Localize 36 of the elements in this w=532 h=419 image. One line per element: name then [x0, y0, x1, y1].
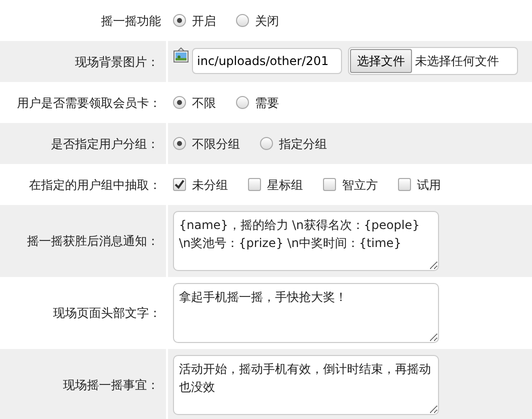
field-label: 摇一摇获胜后消息通知：: [27, 233, 159, 250]
option-label: 开启: [192, 12, 216, 30]
checkbox[interactable]: [398, 178, 411, 191]
field-label: 用户是否需要领取会员卡：: [17, 94, 161, 112]
text-area[interactable]: 拿起手机摇一摇，手快抢大奖！: [173, 283, 439, 343]
option-label: 智立方: [342, 176, 378, 194]
checkbox[interactable]: [323, 178, 336, 191]
field-label: 现场背景图片：: [75, 54, 159, 70]
field-label: 现场摇一摇事宜：: [63, 377, 159, 394]
radio-button[interactable]: [173, 137, 186, 150]
option-label: 不限分组: [192, 136, 240, 152]
field-label: 是否指定用户分组：: [51, 136, 159, 152]
radio-button[interactable]: [236, 96, 249, 109]
image-icon: [173, 47, 189, 63]
file-status-text: 未选择任何文件: [415, 53, 499, 70]
option-label: 星标组: [267, 176, 303, 194]
field-label: 摇一摇功能: [101, 12, 161, 30]
choose-file-button[interactable]: 选择文件: [350, 49, 412, 73]
option-label: 关闭: [255, 12, 279, 30]
option-label: 未分组: [192, 176, 228, 194]
field-label: 在指定的用户组中抽取：: [29, 176, 161, 194]
file-field[interactable]: 选择文件 未选择任何文件: [348, 47, 518, 75]
field-label: 现场页面头部文字：: [53, 305, 161, 322]
option-label: 指定分组: [279, 136, 327, 152]
option-label: 不限: [192, 94, 216, 112]
radio-button[interactable]: [173, 96, 186, 109]
text-area[interactable]: 活动开始，摇动手机有效，倒计时结束，再摇动也没效: [173, 355, 439, 415]
text-area[interactable]: {name}，摇的给力 \n获得名次：{people} \n奖池号：{prize} \n中奖时间：{time}: [173, 211, 439, 271]
checkbox[interactable]: [248, 178, 261, 191]
radio-button[interactable]: [236, 14, 249, 27]
path-field[interactable]: inc/uploads/other/201: [192, 48, 342, 74]
option-label: 试用: [417, 176, 441, 194]
checkbox[interactable]: [173, 178, 186, 191]
radio-button[interactable]: [173, 14, 186, 27]
option-label: 需要: [255, 94, 279, 112]
radio-button[interactable]: [260, 137, 273, 150]
